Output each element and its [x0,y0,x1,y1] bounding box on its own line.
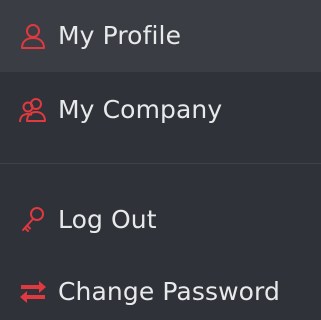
user-menu: My Profile My Company Log Out Change Pas… [0,0,321,320]
menu-item-label: My Profile [58,21,182,50]
menu-item-my-company[interactable]: My Company [0,80,321,140]
menu-item-my-profile[interactable]: My Profile [0,0,321,72]
menu-item-log-out[interactable]: Log Out [0,190,321,250]
swap-arrows-icon [18,277,48,307]
users-icon [18,95,48,125]
menu-item-change-password[interactable]: Change Password [0,262,321,320]
menu-item-label: Log Out [58,205,157,234]
key-icon [18,205,48,235]
user-icon [18,21,48,51]
menu-item-label: Change Password [58,277,280,306]
menu-divider [0,163,321,164]
menu-item-label: My Company [58,95,223,124]
